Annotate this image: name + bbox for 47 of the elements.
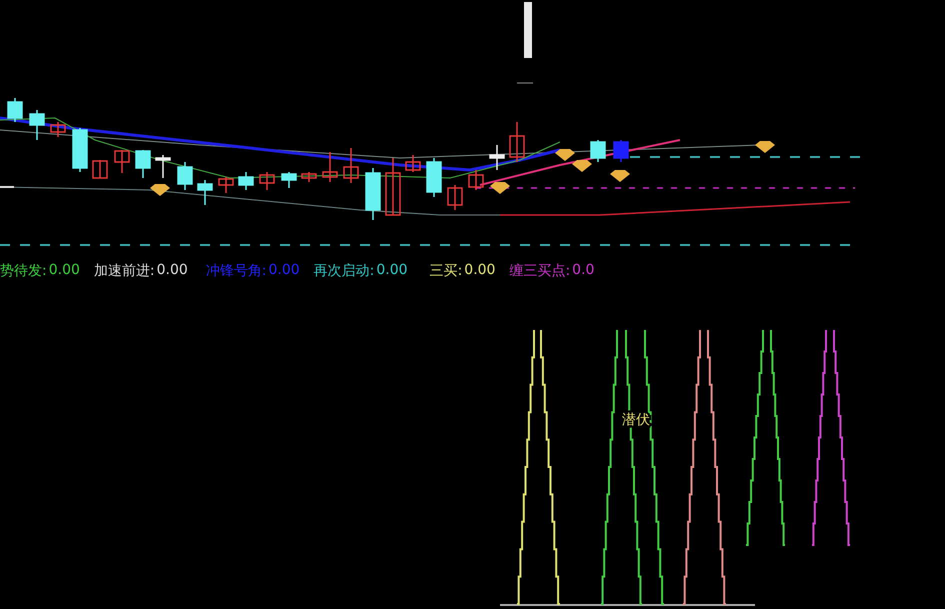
indicator-value: 0.00 [268, 262, 300, 280]
candlestick [7, 98, 23, 122]
candlestick [135, 150, 151, 178]
diamond-icon [490, 182, 510, 194]
indicator-value: 0.00 [376, 262, 408, 280]
candlestick [281, 172, 297, 188]
candlestick [50, 122, 66, 137]
candlestick [259, 172, 275, 190]
indicator-name: 冲锋号角: [206, 262, 266, 280]
diamond-icon [555, 149, 575, 161]
candlestick [197, 180, 213, 205]
candlestick [426, 158, 442, 197]
candlestick [218, 177, 234, 193]
indicator-value: 0.00 [48, 262, 80, 280]
candlestick [72, 128, 88, 172]
indicator-value: 0.00 [464, 262, 496, 280]
candlestick [613, 140, 629, 162]
indicator-value: 0.0 [572, 262, 594, 280]
tick-mark [516, 82, 534, 84]
candlestick [365, 168, 381, 220]
candlestick [385, 158, 401, 216]
candlestick [322, 152, 338, 182]
diamond-icon [150, 184, 170, 196]
candlestick [114, 150, 130, 173]
candlestick [590, 140, 606, 162]
candlestick [29, 110, 45, 140]
candlestick [343, 148, 359, 183]
candlestick [405, 155, 421, 172]
diamond-icon [610, 170, 630, 182]
indicator-name: 加速前进: [94, 262, 155, 280]
candlestick [489, 145, 505, 170]
indicator-name: 三买: [430, 262, 462, 280]
indicator-name: 再次启动: [314, 262, 374, 280]
candlestick [468, 170, 484, 190]
candlestick [92, 160, 108, 179]
indicator-name: 缠三买点: [509, 262, 570, 280]
indicator-name: 势待发: [0, 262, 47, 280]
diamond-icon [755, 141, 775, 153]
diamond-icon [572, 160, 592, 172]
indicator-value: 0.00 [156, 262, 188, 280]
candlestick [238, 172, 254, 190]
candlestick [301, 172, 317, 182]
candlestick [155, 155, 171, 178]
level-marker [0, 186, 14, 188]
candlestick [177, 162, 193, 190]
candlestick [509, 122, 525, 162]
candlestick [447, 185, 463, 210]
